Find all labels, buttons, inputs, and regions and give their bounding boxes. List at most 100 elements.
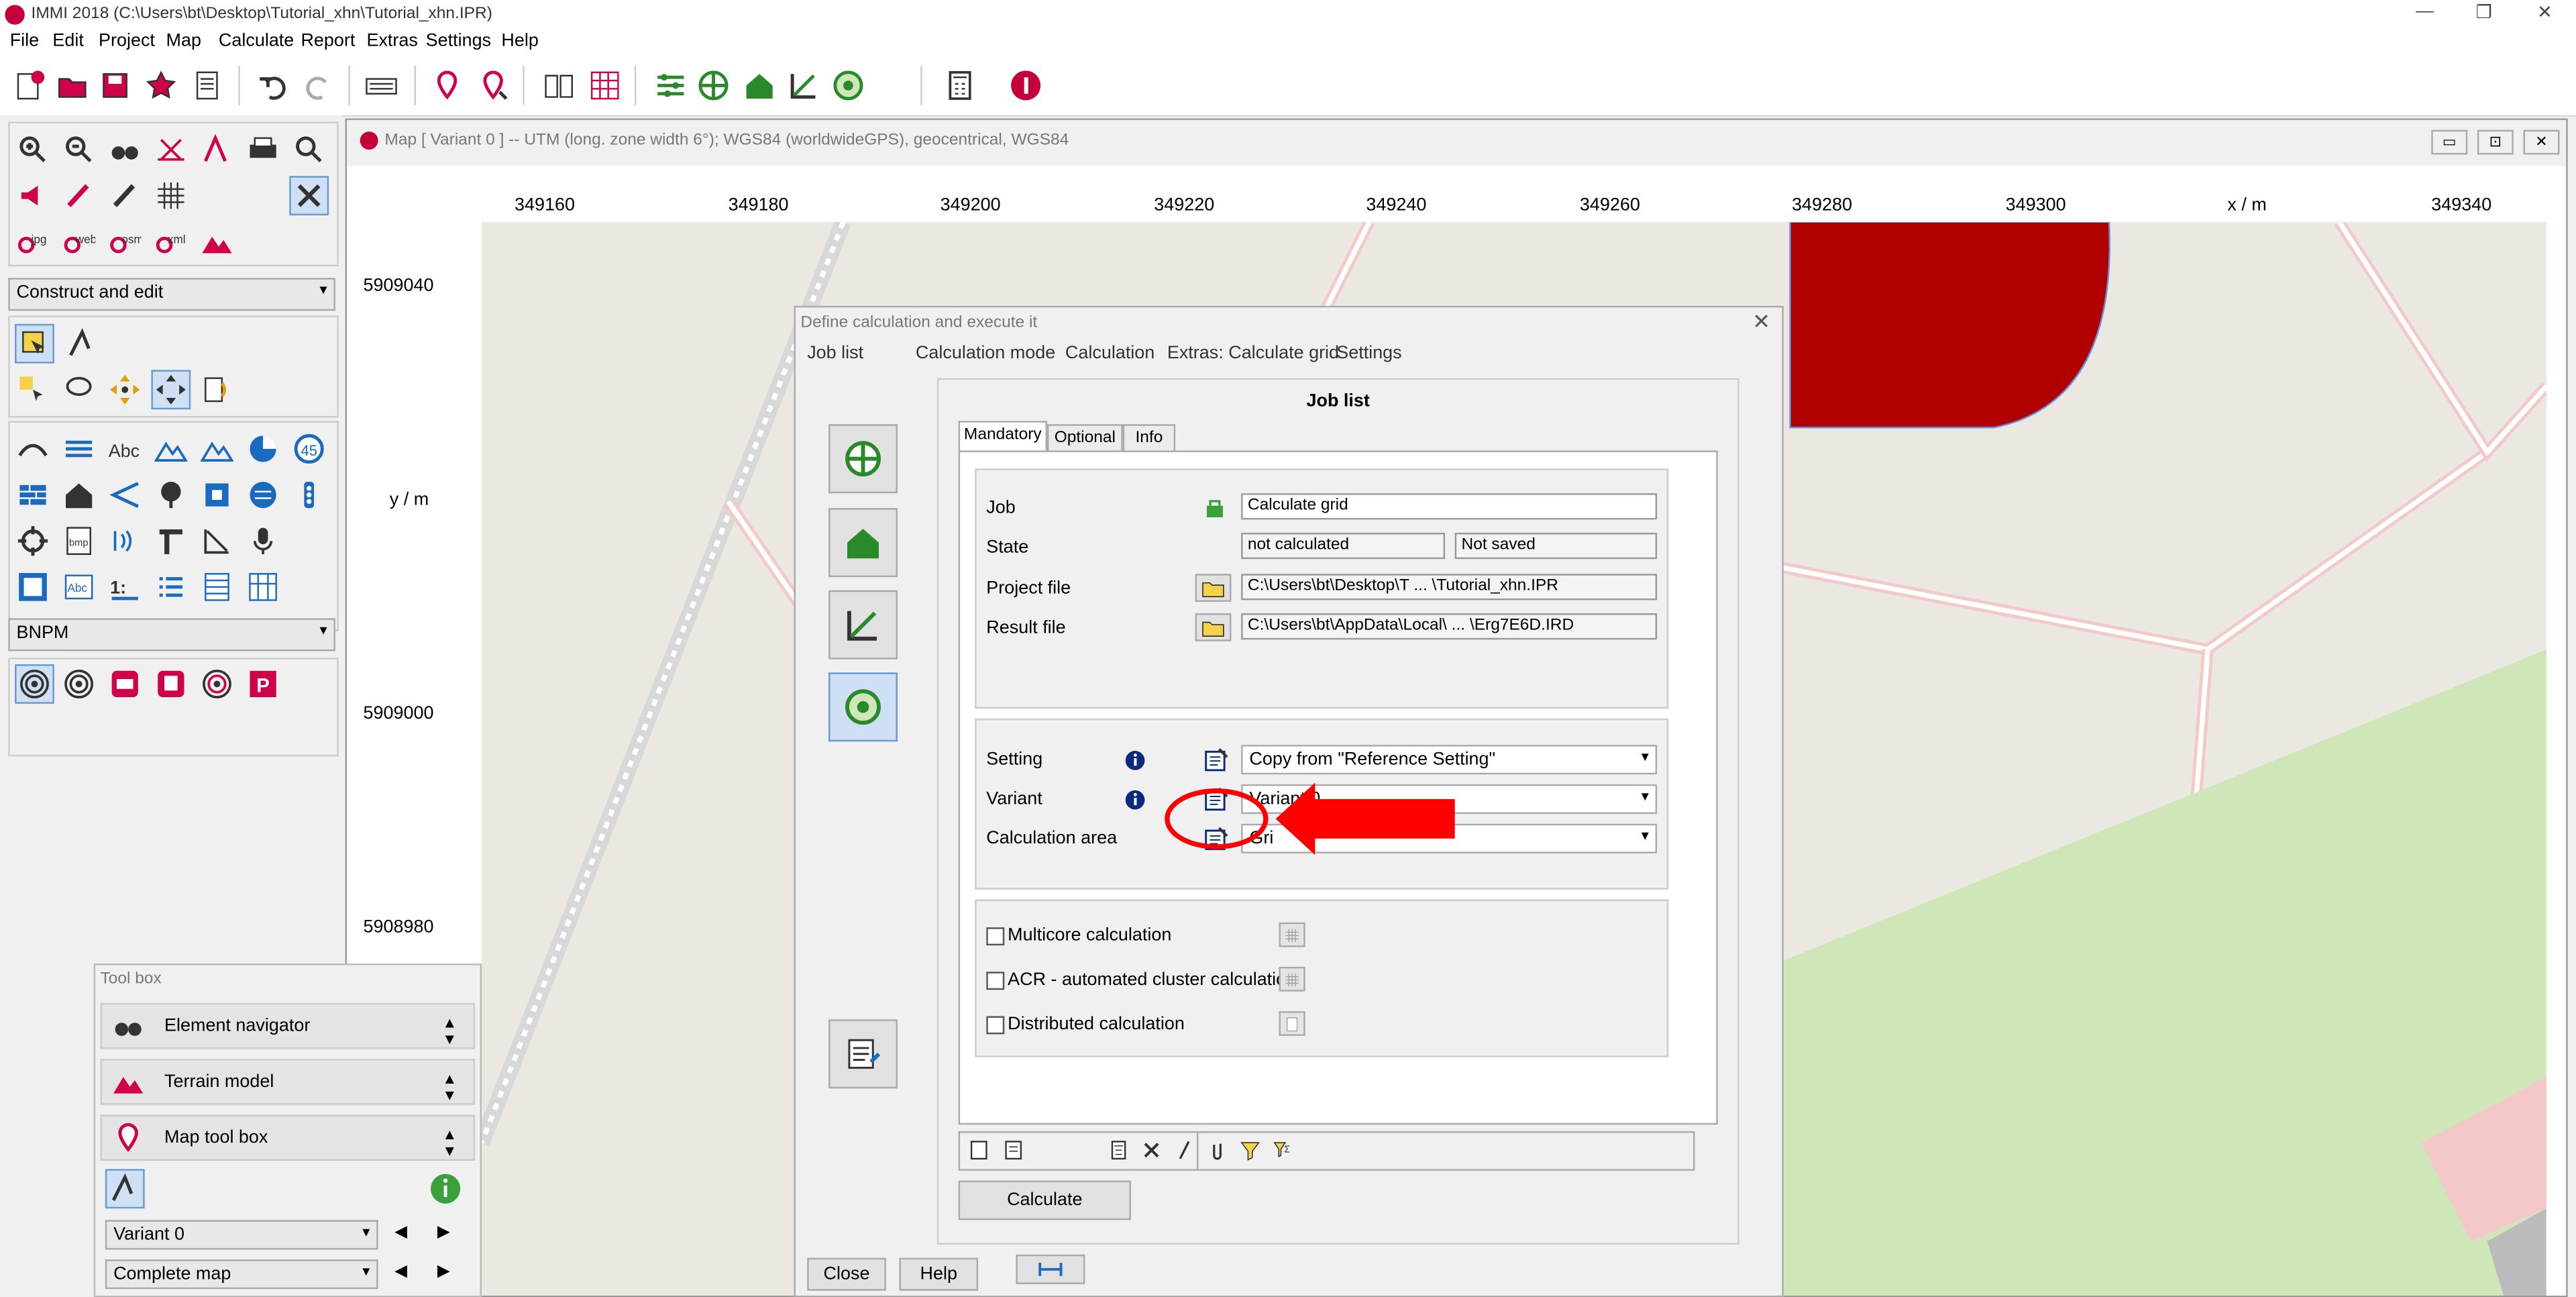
railway-icon[interactable] [62, 432, 95, 465]
multi-select-icon[interactable] [17, 373, 50, 406]
maximize-button[interactable]: ❐ [2459, 1, 2509, 24]
parking-icon[interactable]: P [247, 668, 280, 701]
filter-icon[interactable] [1240, 1139, 1261, 1161]
calculate-button[interactable]: Calculate [958, 1180, 1131, 1221]
target-rings-icon[interactable] [201, 668, 233, 701]
edit-job-icon[interactable] [1003, 1139, 1024, 1161]
menu-settings[interactable]: Settings [426, 32, 491, 51]
prev-view-button[interactable]: ◀ [394, 1263, 407, 1281]
map-minimize-button[interactable]: ▭ [2431, 129, 2468, 155]
location-pin-edit-icon[interactable] [477, 69, 510, 102]
train-icon[interactable] [154, 668, 187, 701]
multicore-checkbox[interactable] [986, 927, 1005, 946]
house-icon[interactable] [743, 69, 776, 102]
traffic-light-icon[interactable] [292, 478, 325, 511]
prev-variant-button[interactable]: ◀ [394, 1223, 407, 1241]
circle-sector-icon[interactable] [247, 432, 280, 465]
distributed-settings-button[interactable] [1279, 1011, 1305, 1036]
toolbox-terrain-model[interactable]: Terrain model ▲ ▼ [100, 1059, 476, 1105]
legend-list-icon[interactable] [154, 570, 187, 603]
print-icon[interactable] [247, 133, 280, 166]
browse-project-button[interactable] [1195, 574, 1232, 602]
new-job-icon[interactable] [968, 1139, 989, 1161]
height-points-icon[interactable] [200, 432, 233, 465]
frame-icon[interactable] [17, 570, 50, 603]
acr-settings-button[interactable] [1279, 966, 1305, 992]
map-close-button[interactable]: ✕ [2523, 129, 2560, 155]
rotate-icon[interactable] [201, 373, 233, 406]
section-line-icon[interactable] [201, 525, 233, 558]
job-name-field[interactable]: Calculate grid [1241, 493, 1658, 520]
bmp-image-icon[interactable]: bmp [62, 525, 95, 558]
barrier-icon[interactable] [201, 478, 233, 511]
grid-table-icon[interactable] [588, 69, 621, 102]
wave-source-icon[interactable] [109, 525, 142, 558]
toolbox-map-tool-box[interactable]: Map tool box ▲ ▼ [100, 1114, 476, 1161]
pen-icon[interactable] [62, 179, 95, 212]
resize-toggle-button[interactable] [1016, 1254, 1085, 1284]
cross-section-icon[interactable] [788, 69, 820, 102]
variant-select[interactable]: Variant 0 ▾ [105, 1220, 378, 1250]
menu-report[interactable]: Report [301, 32, 355, 51]
layer-select[interactable]: BNPM ▾ [8, 618, 335, 652]
filter-sum-icon[interactable]: Σ [1273, 1139, 1294, 1161]
sliders-icon[interactable] [654, 69, 687, 102]
menu-help[interactable]: Help [501, 32, 538, 51]
toolbox-element-navigator[interactable]: Element navigator ▲ ▼ [100, 1002, 476, 1049]
zoom-in-icon[interactable] [17, 133, 50, 166]
building-icon[interactable] [62, 478, 95, 511]
contour-lines-icon[interactable] [154, 432, 188, 465]
menu-extras[interactable]: Extras [366, 32, 417, 51]
move-icon[interactable] [109, 373, 142, 406]
select-tool-button[interactable] [15, 323, 54, 364]
menu-project[interactable]: Project [99, 32, 155, 51]
dialog-menu-job-list[interactable]: Job list [807, 344, 863, 363]
dialog-close-icon[interactable]: ✕ [1752, 309, 1770, 335]
info-icon[interactable] [1124, 789, 1146, 811]
export-results-button[interactable] [828, 1019, 898, 1089]
book-icon[interactable] [543, 69, 576, 102]
next-variant-button[interactable]: ▶ [437, 1223, 450, 1241]
target-crosshair-icon[interactable] [17, 525, 50, 558]
dialog-menu-settings[interactable]: Settings [1336, 344, 1401, 363]
text-style-icon[interactable] [201, 133, 233, 166]
tools-icon[interactable] [1141, 1139, 1163, 1161]
properties-icon[interactable] [191, 69, 223, 102]
pie-grid-icon[interactable] [697, 69, 730, 102]
columns-icon[interactable] [247, 570, 280, 603]
info-green-icon[interactable] [429, 1172, 462, 1205]
minimize-button[interactable]: — [2400, 1, 2450, 24]
next-view-button[interactable]: ▶ [437, 1263, 450, 1281]
wall-icon[interactable] [17, 478, 50, 511]
menu-map[interactable]: Map [166, 32, 201, 51]
new-project-icon[interactable] [13, 69, 46, 102]
text-box-icon[interactable]: Abc [62, 570, 95, 603]
polyline-tool-icon[interactable] [66, 327, 99, 360]
text-abc-icon[interactable]: Abc [109, 432, 142, 465]
tab-optional[interactable]: Optional [1046, 424, 1123, 452]
area-source-icon[interactable] [247, 478, 280, 511]
calculator-icon[interactable] [944, 69, 977, 102]
lasso-icon[interactable] [62, 373, 95, 406]
grid-icon[interactable] [154, 179, 187, 212]
measure-icon[interactable] [154, 133, 187, 166]
save-icon[interactable] [99, 69, 131, 102]
tools-toggle-button[interactable] [289, 176, 329, 216]
export-osm-icon[interactable]: osm [109, 225, 142, 258]
tab-info[interactable]: Info [1122, 424, 1176, 452]
acr-checkbox[interactable] [986, 972, 1005, 990]
move-points-button[interactable] [151, 370, 191, 410]
help-button[interactable]: Help [899, 1257, 979, 1291]
distributed-checkbox[interactable] [986, 1016, 1005, 1035]
keyboard-icon[interactable] [365, 69, 398, 102]
location-pin-icon[interactable] [431, 69, 464, 102]
open-project-icon[interactable] [56, 69, 89, 102]
edit-settings-icon[interactable] [1203, 747, 1230, 773]
export-jpg-icon[interactable]: jpg [17, 225, 50, 258]
magic-wand-icon[interactable] [1174, 1139, 1195, 1161]
speaker-icon[interactable] [17, 179, 50, 212]
mode-building-button[interactable] [828, 508, 898, 578]
tab-mandatory[interactable]: Mandatory [958, 421, 1047, 452]
receiver-point-icon[interactable] [832, 69, 865, 102]
export-web-icon[interactable]: web [62, 225, 95, 258]
